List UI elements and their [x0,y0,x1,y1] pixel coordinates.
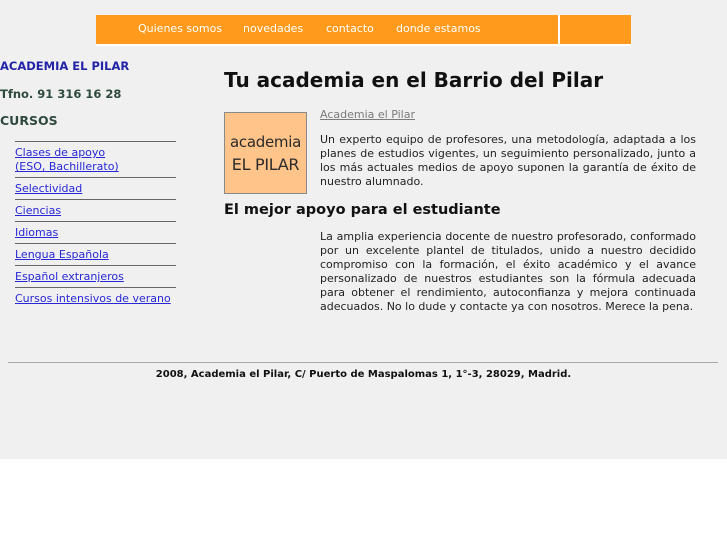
page-title: Tu academia en el Barrio del Pilar [224,68,604,92]
list-item: Ciencias [15,199,176,221]
list-item: Selectividad [15,177,176,199]
list-item: Español extranjeros [15,265,176,287]
nav-divider [558,15,560,44]
course-list: Clases de apoyo (ESO, Bachillerato) Sele… [15,141,176,309]
courses-heading: CURSOS [0,113,58,128]
course-link-line: Clases de apoyo [15,146,106,159]
course-link-idiomas[interactable]: Idiomas [15,226,176,240]
footer-address: 2008, Academia el Pilar, C/ Puerto de Ma… [155,369,572,380]
academy-link[interactable]: Academia el Pilar [320,108,415,121]
nav-link-quienes-somos[interactable]: Quienes somos [138,22,222,35]
course-link-line: (ESO, Bachillerato) [15,160,119,173]
list-item: Idiomas [15,221,176,243]
logo-text-line2: EL PILAR [231,155,300,174]
intro-paragraph: Un experto equipo de profesores, una met… [320,133,696,188]
course-link-clases-de-apoyo[interactable]: Clases de apoyo (ESO, Bachillerato) [15,146,176,174]
nav-link-contacto[interactable]: contacto [326,22,374,35]
list-item: Lengua Española [15,243,176,265]
footer-divider [8,362,718,363]
nav-link-novedades[interactable]: novedades [243,22,303,35]
course-link-lengua-espanola[interactable]: Lengua Española [15,248,176,262]
list-item: Clases de apoyo (ESO, Bachillerato) [15,141,176,177]
course-link-ciencias[interactable]: Ciencias [15,204,176,218]
course-link-cursos-intensivos[interactable]: Cursos intensivos de verano [15,292,176,306]
brand-name: ACADEMIA EL PILAR [0,59,130,73]
section-paragraph: La amplia experiencia docente de nuestro… [320,230,696,313]
logo-text-line1: academia [230,133,301,151]
academy-logo: academia EL PILAR [224,112,307,194]
list-item: Cursos intensivos de verano [15,287,176,309]
section-title: El mejor apoyo para el estudiante [224,202,501,218]
course-link-selectividad[interactable]: Selectividad [15,182,176,196]
course-link-espanol-extranjeros[interactable]: Español extranjeros [15,270,176,284]
phone-number: Tfno. 91 316 16 28 [0,87,122,101]
nav-link-donde-estamos[interactable]: donde estamos [396,22,481,35]
